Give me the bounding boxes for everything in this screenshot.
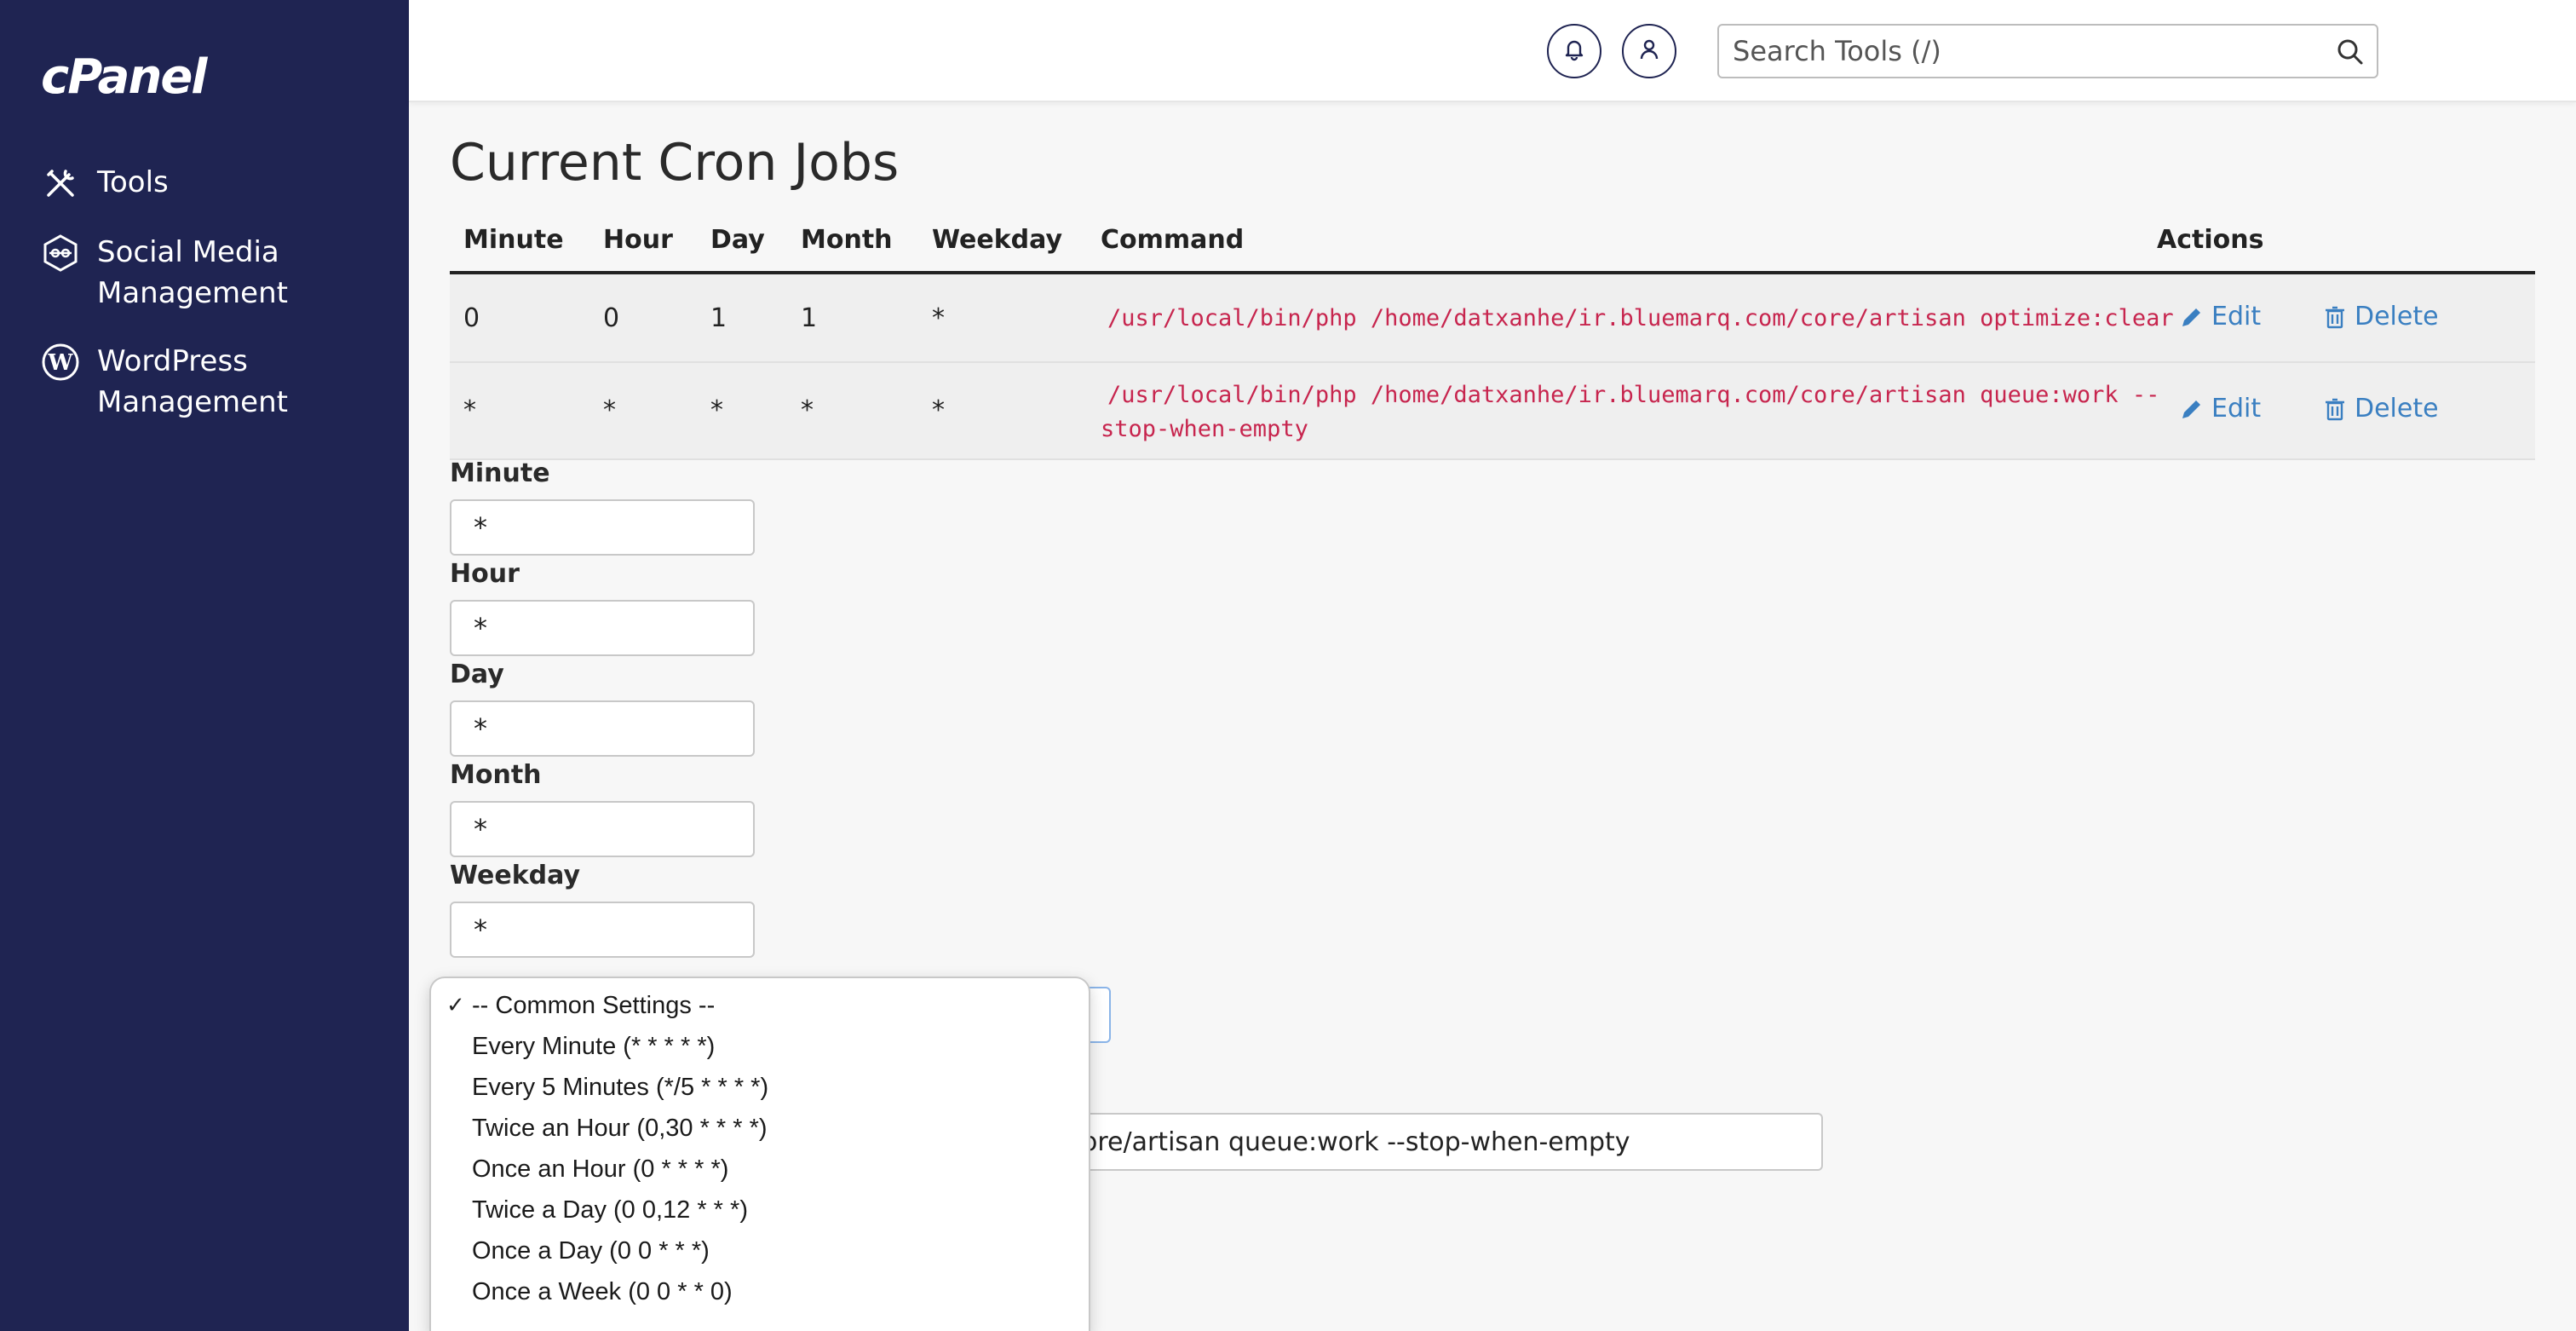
user-menu-button[interactable] — [1622, 24, 1676, 78]
user-icon — [1637, 37, 1661, 65]
edit-button[interactable]: Edit — [2179, 394, 2261, 424]
edit-label: Edit — [2211, 302, 2262, 331]
option-twice-an-hour[interactable]: Twice an Hour (0,30 * * * *) — [472, 1115, 768, 1143]
page-title: Current Cron Jobs — [450, 133, 900, 193]
sidebar-item-wordpress[interactable]: W WordPress Management — [41, 341, 302, 423]
svg-text:W: W — [47, 350, 73, 376]
cell-hour: 0 — [603, 303, 620, 333]
delete-label: Delete — [2355, 302, 2439, 331]
cell-month: * — [801, 395, 814, 425]
cell-weekday: * — [932, 395, 945, 425]
option-once-a-week[interactable]: Once a Week (0 0 * * 0) — [472, 1278, 733, 1306]
day-input[interactable] — [450, 700, 755, 757]
hour-label: Hour — [450, 559, 520, 589]
day-label: Day — [450, 660, 504, 689]
weekday-label: Weekday — [450, 861, 581, 890]
search-input[interactable]: Search Tools (/) — [1717, 24, 2378, 78]
cell-day: * — [710, 395, 723, 425]
command-input-value: ore/artisan queue:work --stop-when-empty — [1082, 1126, 1630, 1157]
option-once-a-day[interactable]: Once a Day (0 0 * * *) — [472, 1237, 710, 1265]
header-day: Day — [710, 225, 765, 255]
tools-icon — [41, 164, 80, 203]
sidebar-item-label: Tools — [97, 165, 169, 199]
header-weekday: Weekday — [932, 225, 1063, 255]
header-month: Month — [801, 225, 893, 255]
minute-input[interactable] — [450, 499, 755, 556]
table-row: 0 0 1 1 * /usr/local/bin/php /home/datxa… — [450, 274, 2535, 363]
sidebar-item-social-media[interactable]: Social Media Management — [41, 232, 302, 314]
option-every-5-minutes[interactable]: Every 5 Minutes (*/5 * * * *) — [472, 1074, 768, 1102]
delete-button[interactable]: Delete — [2322, 394, 2439, 424]
delete-button[interactable]: Delete — [2322, 302, 2439, 331]
cron-jobs-table: Minute Hour Day Month Weekday Command Ac… — [450, 222, 2535, 460]
trash-icon — [2322, 396, 2348, 422]
option-common-settings[interactable]: -- Common Settings -- — [472, 992, 715, 1020]
sidebar-item-tools[interactable]: Tools — [41, 162, 302, 203]
common-settings-dropdown: ✓ -- Common Settings -- Every Minute (* … — [429, 977, 1090, 1331]
sidebar-item-label: WordPress Management — [97, 344, 288, 419]
top-bar: Search Tools (/) — [409, 0, 2576, 102]
sidebar-item-label: Social Media Management — [97, 235, 288, 310]
month-label: Month — [450, 760, 542, 790]
month-input[interactable] — [450, 801, 755, 857]
notifications-button[interactable] — [1547, 24, 1601, 78]
cell-command: /usr/local/bin/php /home/datxanhe/ir.blu… — [1107, 382, 2160, 408]
checkmark-icon: ✓ — [446, 992, 465, 1017]
weekday-input[interactable] — [450, 902, 755, 958]
table-header: Minute Hour Day Month Weekday Command Ac… — [450, 222, 2535, 274]
header-actions: Actions — [2157, 225, 2264, 255]
cell-minute: * — [463, 395, 476, 425]
option-once-an-hour[interactable]: Once an Hour (0 * * * *) — [472, 1155, 728, 1184]
hour-input[interactable] — [450, 600, 755, 656]
pencil-icon — [2179, 396, 2205, 422]
cell-month: 1 — [801, 303, 818, 333]
header-minute: Minute — [463, 225, 564, 255]
cpanel-logo[interactable]: cPanel — [41, 49, 207, 105]
header-command: Command — [1101, 225, 1245, 255]
edit-button[interactable]: Edit — [2179, 302, 2261, 331]
option-twice-a-day[interactable]: Twice a Day (0 0,12 * * *) — [472, 1196, 748, 1224]
header-hour: Hour — [603, 225, 673, 255]
sidebar: cPanel Tools Social Media Management W W… — [0, 0, 409, 1331]
option-every-minute[interactable]: Every Minute (* * * * *) — [472, 1033, 715, 1061]
table-row: * * * * * /usr/local/bin/php /home/datxa… — [450, 363, 2535, 460]
pencil-icon — [2179, 304, 2205, 330]
edit-label: Edit — [2211, 394, 2262, 424]
bell-icon — [1562, 37, 1586, 65]
command-input[interactable]: ore/artisan queue:work --stop-when-empty — [1022, 1113, 1823, 1171]
trash-icon — [2322, 304, 2348, 330]
cell-minute: 0 — [463, 303, 480, 333]
search-placeholder: Search Tools (/) — [1733, 35, 1941, 67]
cell-day: 1 — [710, 303, 727, 333]
cell-weekday: * — [932, 303, 945, 333]
delete-label: Delete — [2355, 394, 2439, 424]
wordpress-icon: W — [41, 343, 80, 382]
social-media-icon — [41, 233, 80, 273]
cell-command-wrap: stop-when-empty — [1101, 416, 1308, 442]
search-icon[interactable] — [2336, 37, 2365, 66]
cell-command: /usr/local/bin/php /home/datxanhe/ir.blu… — [1107, 305, 2174, 331]
minute-label: Minute — [450, 458, 550, 488]
cell-hour: * — [603, 395, 616, 425]
